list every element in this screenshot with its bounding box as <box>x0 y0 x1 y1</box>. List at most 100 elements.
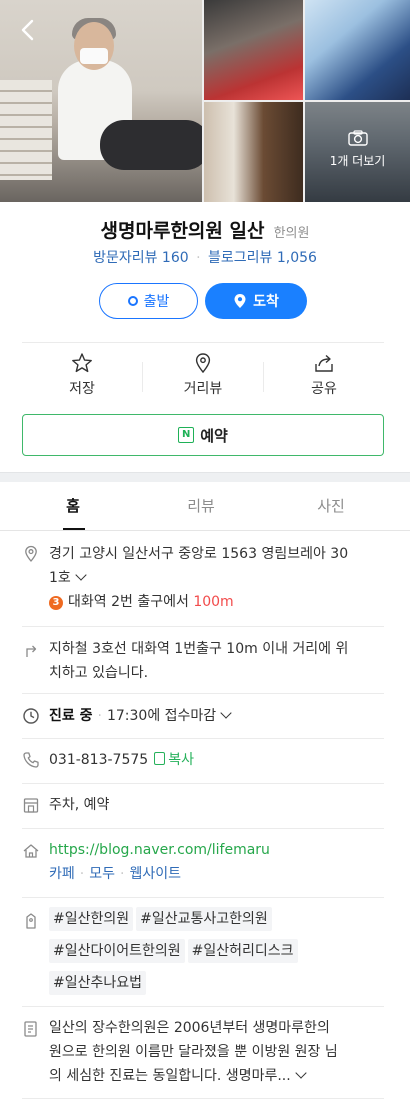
modoo-link[interactable]: 모두 <box>89 866 115 882</box>
clock-icon <box>23 708 39 724</box>
save-label: 저장 <box>69 381 95 397</box>
tab-home[interactable]: 홈 <box>5 495 141 516</box>
homepage-row: https://blog.naver.com/lifemaru 카페 · 모두 · 웹사… <box>22 838 384 890</box>
phone-number[interactable]: 031-813-7575 <box>49 752 148 768</box>
row-divider <box>22 783 384 784</box>
document-icon <box>24 1021 37 1037</box>
arrive-button[interactable]: 도착 <box>205 283 307 319</box>
address-row: 경기 고양시 일산서구 중앙로 1563 영림브레아 30 1호 3 대화역 2번… <box>22 542 384 622</box>
tags-row: #일산한의원 #일산교통사고한의원 #일산다이어트한의원 #일산허리디스크 #일산추나요… <box>22 907 384 999</box>
photo-gallery[interactable]: 1개 더보기 <box>0 0 410 202</box>
tab-review[interactable]: 리뷰 <box>133 495 269 516</box>
hours-separator: · <box>97 708 102 724</box>
phone-row: 031-813-7575 복사 <box>22 748 384 774</box>
website-link[interactable]: 웹사이트 <box>129 866 181 882</box>
gallery-photo-3[interactable] <box>305 0 410 100</box>
subway-distance: 100m <box>193 594 234 610</box>
share-icon <box>315 354 333 372</box>
action-bar: 저장 거리뷰 공유 <box>22 352 384 402</box>
photo-shelf-shape <box>0 80 52 180</box>
directions-line2: 치하고 있습니다. <box>49 665 149 681</box>
more-photos-button[interactable]: 1개 더보기 <box>305 130 410 169</box>
gallery-photo-2[interactable] <box>204 0 303 100</box>
save-button[interactable]: 저장 <box>22 352 142 402</box>
reserve-button[interactable]: N 예약 <box>22 414 384 456</box>
row-divider <box>22 693 384 694</box>
map-pin-icon <box>195 353 211 374</box>
gallery-more-tile[interactable]: 1개 더보기 <box>305 102 410 202</box>
home-icon <box>23 844 39 858</box>
more-photos-label: 1개 더보기 <box>329 154 386 168</box>
amenities-text: 주차, 예약 <box>49 797 110 813</box>
gallery-photo-4[interactable] <box>204 102 303 202</box>
divider <box>22 342 384 343</box>
turn-arrow-icon <box>26 645 37 657</box>
location-pin-icon <box>234 294 246 308</box>
route-buttons: 출발 도착 <box>99 283 307 319</box>
review-counts: 방문자리뷰 160 · 블로그리뷰 1,056 <box>0 247 410 267</box>
chevron-down-icon[interactable] <box>75 569 87 581</box>
keyword-tag[interactable]: #일산허리디스크 <box>187 939 298 963</box>
description-text[interactable]: 일산의 장수한의원은 2006년부터 생명마루한의 원으로 한의원 이름만 달라… <box>49 1016 384 1088</box>
row-divider <box>22 738 384 739</box>
distance-view-label: 거리뷰 <box>183 381 223 397</box>
desc-line3: 의 세심한 진료는 동일합니다. 생명마루... <box>49 1068 291 1084</box>
desc-line2: 원으로 한의원 이름만 달라졌을 뿐 이방원 원장 님 <box>49 1044 338 1060</box>
copy-label: 복사 <box>168 752 194 768</box>
subway-line-badge: 3 <box>49 596 63 610</box>
section-gap <box>0 472 410 482</box>
place-title-row: 생명마루한의원 일산 한의원 <box>0 216 410 243</box>
store-icon <box>23 798 39 813</box>
address-line1: 경기 고양시 일산서구 중앙로 1563 영림브레아 30 <box>49 546 349 562</box>
homepage-link[interactable]: https://blog.naver.com/lifemaru <box>49 842 270 858</box>
star-icon <box>72 353 92 373</box>
blog-review-link[interactable]: 블로그리뷰 1,056 <box>208 250 317 266</box>
origin-dot-icon <box>127 296 138 306</box>
place-name: 생명마루한의원 일산 <box>100 220 265 242</box>
distance-view-button[interactable]: 거리뷰 <box>143 352 263 402</box>
visitor-review-link[interactable]: 방문자리뷰 160 <box>93 250 189 266</box>
directions-line1: 지하철 3호선 대화역 1번출구 10m 이내 거리에 위 <box>49 641 349 657</box>
chevron-down-icon[interactable] <box>220 707 232 719</box>
arrive-label: 도착 <box>253 294 279 310</box>
keyword-tag[interactable]: #일산추나요법 <box>49 971 147 995</box>
copy-button[interactable]: 복사 <box>154 752 194 768</box>
row-divider <box>22 1006 384 1007</box>
row-divider <box>22 897 384 898</box>
link-separator: · <box>79 866 85 882</box>
back-arrow-icon[interactable] <box>16 18 40 42</box>
row-divider <box>22 1098 384 1099</box>
share-button[interactable]: 공유 <box>264 352 384 402</box>
tab-photo[interactable]: 사진 <box>263 495 399 516</box>
main-photo[interactable] <box>0 0 202 202</box>
description-row: 일산의 장수한의원은 2006년부터 생명마루한의 원으로 한의원 이름만 달라… <box>22 1016 384 1096</box>
directions-row: 지하철 3호선 대화역 1번출구 10m 이내 거리에 위 치하고 있습니다. <box>22 637 384 689</box>
subway-info: 3 대화역 2번 출구에서 100m <box>49 590 384 614</box>
subway-text: 대화역 2번 출구에서 <box>68 594 194 610</box>
address-text[interactable]: 경기 고양시 일산서구 중앙로 1563 영림브레아 30 1호 <box>49 542 384 590</box>
naver-booking-icon: N <box>178 427 195 443</box>
hours-row[interactable]: 진료 중 · 17:30에 접수마감 <box>22 704 384 730</box>
keyword-tag[interactable]: #일산다이어트한의원 <box>49 939 185 963</box>
depart-label: 출발 <box>143 294 170 310</box>
camera-icon <box>347 130 368 146</box>
chevron-down-icon[interactable] <box>295 1067 307 1079</box>
phone-icon <box>23 752 39 768</box>
cafe-link[interactable]: 카페 <box>49 866 75 882</box>
tag-icon <box>26 913 36 929</box>
hours-status: 진료 중 <box>49 708 93 724</box>
tab-bar: 홈 리뷰 사진 <box>0 483 410 531</box>
review-separator: · <box>196 250 201 266</box>
link-separator: · <box>119 866 125 882</box>
keyword-tag[interactable]: #일산한의원 <box>49 907 134 931</box>
depart-button[interactable]: 출발 <box>99 283 198 319</box>
photo-patient <box>100 120 202 170</box>
amenities-row: 주차, 예약 <box>22 793 384 819</box>
share-label: 공유 <box>311 381 337 397</box>
copy-icon <box>154 752 166 765</box>
reserve-label: 예약 <box>200 426 228 445</box>
hours-detail: 17:30에 접수마감 <box>106 708 217 724</box>
active-tab-indicator <box>63 528 85 530</box>
keyword-tag[interactable]: #일산교통사고한의원 <box>136 907 272 931</box>
desc-line1: 일산의 장수한의원은 2006년부터 생명마루한의 <box>49 1020 330 1036</box>
